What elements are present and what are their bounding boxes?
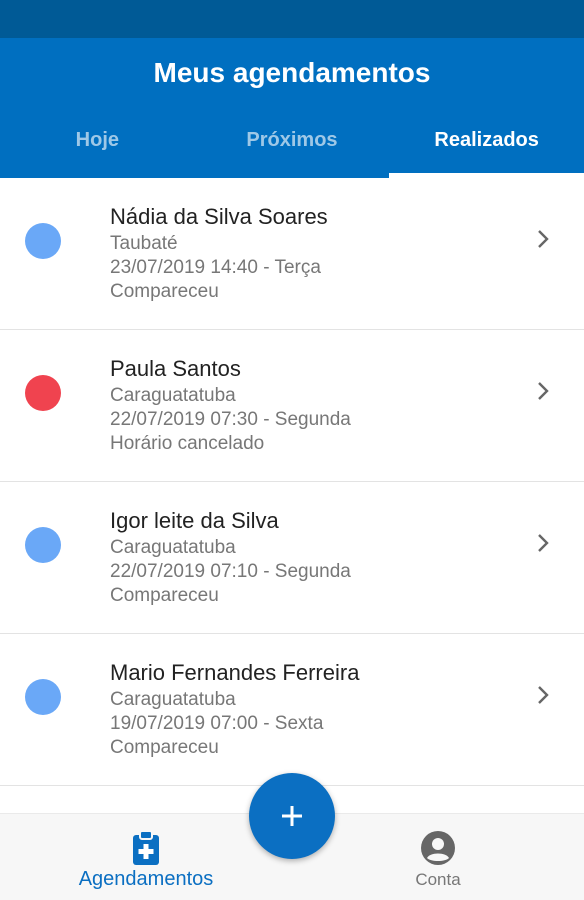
appointment-status: Horário cancelado	[110, 433, 265, 454]
nav-item-agendamentos[interactable]: Agendamentos	[70, 814, 222, 891]
appointment-datetime: 23/07/2019 14:40 - Terça	[110, 257, 321, 278]
status-dot	[25, 527, 61, 563]
page-title: Meus agendamentos	[153, 57, 431, 88]
nav-label: Conta	[415, 870, 461, 889]
appointment-city: Caraguatatuba	[110, 537, 236, 558]
appointment-city: Taubaté	[110, 233, 178, 254]
chevron-right-icon	[538, 230, 549, 248]
tab-proximos[interactable]: Próximos	[195, 108, 390, 178]
tab-realizados[interactable]: Realizados	[389, 108, 584, 178]
appointment-city: Caraguatatuba	[110, 689, 236, 710]
add-appointment-button[interactable]	[249, 773, 335, 859]
chevron-right-icon	[538, 686, 549, 704]
account-circle-icon	[421, 831, 455, 865]
list-item[interactable]: Nádia da Silva Soares Taubaté 23/07/2019…	[0, 178, 584, 330]
chevron-right-icon	[538, 534, 549, 552]
appointment-city: Caraguatatuba	[110, 385, 236, 406]
appointment-datetime: 22/07/2019 07:10 - Segunda	[110, 561, 351, 582]
status-dot	[25, 223, 61, 259]
patient-name: Nádia da Silva Soares	[110, 204, 328, 229]
list-item[interactable]: Igor leite da Silva Caraguatatuba 22/07/…	[0, 482, 584, 634]
status-dot	[25, 375, 61, 411]
appointment-list: Nádia da Silva Soares Taubaté 23/07/2019…	[0, 178, 584, 786]
app-header: Meus agendamentos Hoje Próximos Realizad…	[0, 38, 584, 178]
appointment-status: Compareceu	[110, 737, 219, 758]
patient-name: Igor leite da Silva	[110, 508, 279, 533]
appointment-datetime: 19/07/2019 07:00 - Sexta	[110, 713, 324, 734]
patient-name: Paula Santos	[110, 356, 241, 381]
status-bar	[0, 0, 584, 38]
tab-hoje[interactable]: Hoje	[0, 108, 195, 178]
nav-item-conta[interactable]: Conta	[398, 814, 478, 890]
nav-label: Agendamentos	[78, 868, 214, 890]
chevron-right-icon	[538, 382, 549, 400]
list-item[interactable]: Mario Fernandes Ferreira Caraguatatuba 1…	[0, 634, 584, 786]
list-item[interactable]: Paula Santos Caraguatatuba 22/07/2019 07…	[0, 330, 584, 482]
status-dot	[25, 679, 61, 715]
plus-icon	[282, 806, 302, 826]
appointment-status: Compareceu	[110, 281, 219, 302]
clipboard-medical-icon	[133, 830, 159, 865]
appointment-datetime: 22/07/2019 07:30 - Segunda	[110, 409, 351, 430]
appointment-status: Compareceu	[110, 585, 219, 606]
patient-name: Mario Fernandes Ferreira	[110, 660, 360, 685]
tab-bar: Hoje Próximos Realizados	[0, 108, 584, 178]
